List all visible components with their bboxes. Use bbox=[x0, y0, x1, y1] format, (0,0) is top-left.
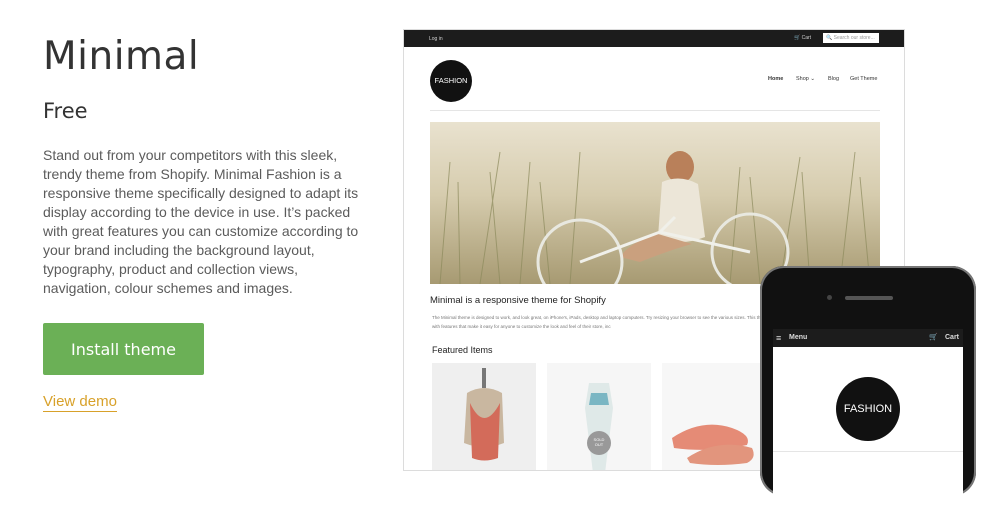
featured-items-title: Featured Items bbox=[432, 345, 493, 355]
mobile-menu-label: Menu bbox=[789, 334, 808, 341]
cart-icon: 🛒 bbox=[929, 334, 938, 341]
hero-image bbox=[430, 122, 880, 284]
mobile-preview: ≡ Menu 🛒 Cart FASHION bbox=[760, 266, 976, 529]
cart-icon: 🛒 bbox=[794, 35, 801, 41]
view-demo-link[interactable]: View demo bbox=[43, 393, 117, 412]
hamburger-icon: ≡ bbox=[776, 333, 782, 343]
preview-search-box: 🔍 Search our store... bbox=[823, 33, 879, 43]
theme-title: Minimal bbox=[43, 34, 200, 79]
mobile-logo: FASHION bbox=[836, 377, 900, 441]
product-card-dress: SOLD OUT bbox=[547, 363, 651, 470]
preview-topbar: Log in 🛒 Cart 🔍 Search our store... bbox=[404, 30, 904, 47]
preview-login-link: Log in bbox=[429, 36, 443, 42]
preview-search-placeholder: Search our store... bbox=[833, 35, 875, 41]
sold-out-badge: SOLD OUT bbox=[593, 437, 605, 447]
preview-cart-label: Cart bbox=[801, 35, 812, 41]
mobile-divider bbox=[773, 451, 963, 452]
preview-nav-home: Home bbox=[768, 76, 784, 82]
preview-body-text: The Minimal theme is designed to work, a… bbox=[432, 315, 790, 329]
preview-nav-get-theme: Get Theme bbox=[850, 76, 878, 82]
preview-divider bbox=[430, 110, 880, 111]
preview-tagline: Minimal is a responsive theme for Shopif… bbox=[430, 295, 606, 306]
theme-price: Free bbox=[43, 99, 88, 123]
mobile-topbar: ≡ Menu 🛒 Cart bbox=[773, 329, 963, 347]
preview-nav-shop: Shop ⌄ bbox=[796, 76, 815, 82]
camera-icon bbox=[827, 295, 832, 300]
product-card-flats bbox=[662, 363, 766, 470]
install-theme-button[interactable]: Install theme bbox=[43, 323, 204, 375]
mobile-cart-label: Cart bbox=[945, 334, 960, 341]
search-icon: 🔍 bbox=[826, 35, 833, 41]
preview-nav-shop-label: Shop bbox=[796, 76, 809, 82]
product-card-scarf bbox=[432, 363, 536, 470]
speaker-grille bbox=[845, 296, 893, 300]
mobile-screen: ≡ Menu 🛒 Cart FASHION bbox=[773, 329, 963, 529]
theme-description: Stand out from your competitors with thi… bbox=[43, 147, 359, 296]
preview-cart: 🛒 Cart bbox=[794, 35, 811, 41]
chevron-down-icon: ⌄ bbox=[810, 76, 815, 82]
preview-nav-blog: Blog bbox=[828, 76, 840, 82]
preview-logo: FASHION bbox=[430, 60, 472, 102]
